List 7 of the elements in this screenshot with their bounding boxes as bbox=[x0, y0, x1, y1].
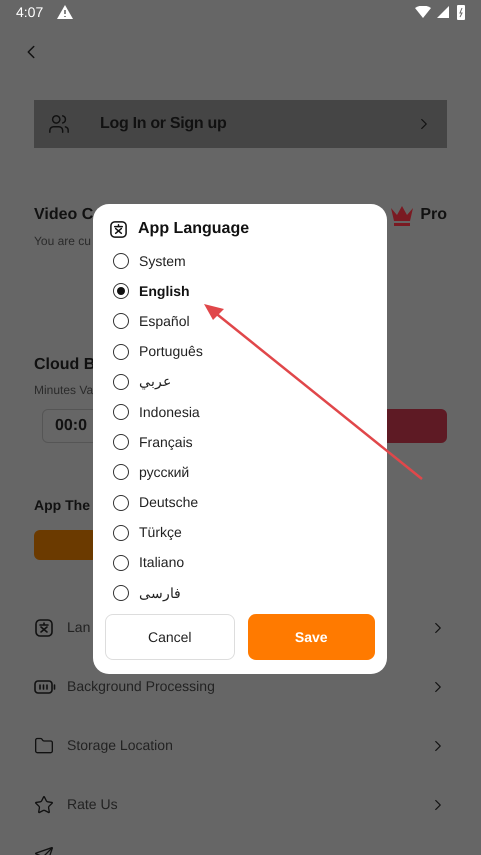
section-subtitle: Minutes Va bbox=[34, 382, 94, 399]
section-title: App The bbox=[34, 496, 90, 515]
section-subtitle: You are cu bbox=[34, 233, 91, 250]
status-time: 4:07 bbox=[16, 2, 44, 22]
pro-label: Pro bbox=[420, 205, 447, 225]
dialog-title: App Language bbox=[138, 219, 250, 239]
section-title: Video C bbox=[34, 205, 94, 225]
